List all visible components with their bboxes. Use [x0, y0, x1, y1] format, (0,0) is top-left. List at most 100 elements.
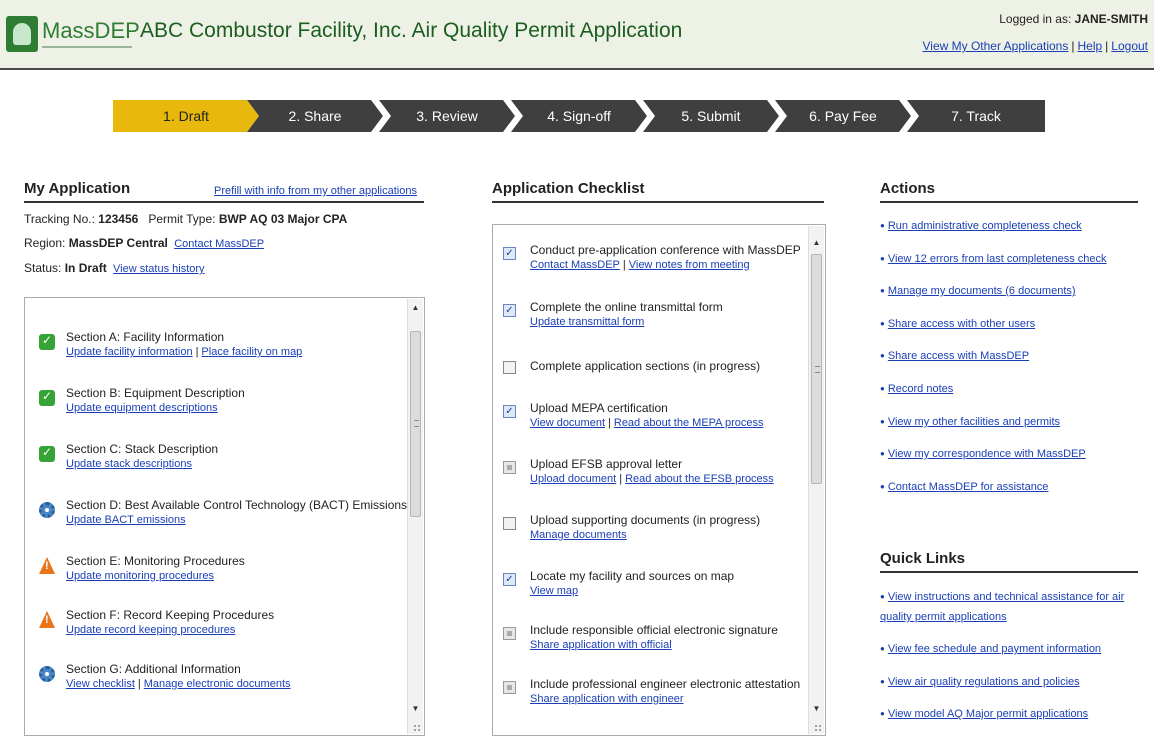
checklist-item-links: View document | Read about the MEPA proces…	[530, 417, 763, 429]
section-links: Update monitoring procedures	[66, 570, 214, 582]
logout-link[interactable]: Logout	[1111, 39, 1148, 53]
action-item: ● Share access with other users	[880, 318, 1035, 330]
actions-title: Actions	[880, 180, 936, 197]
section-link[interactable]: Update equipment descriptions	[66, 402, 218, 414]
bullet-icon: ●	[880, 351, 885, 360]
checklist-panel: ✓ Conduct pre-application conference wit…	[492, 224, 826, 736]
checklist-link[interactable]: Read about the MEPA process	[614, 417, 764, 429]
checklist-scrollbar[interactable]: ▲ ▼	[808, 226, 824, 734]
status-value: In Draft	[64, 261, 107, 275]
step-share[interactable]: 2. Share	[247, 100, 383, 132]
action-link[interactable]: Manage my documents (6 documents)	[888, 285, 1076, 297]
action-link[interactable]: View my other facilities and permits	[888, 416, 1060, 428]
action-link[interactable]: Contact MassDEP for assistance	[888, 481, 1049, 493]
checklist-link[interactable]: View document	[530, 417, 605, 429]
section-item: Section B: Equipment Description Update …	[39, 386, 419, 426]
checklist-link[interactable]: View notes from meeting	[629, 259, 750, 271]
scroll-up-arrow-icon[interactable]: ▲	[809, 236, 824, 250]
check-icon	[39, 333, 55, 350]
quick-links-heading: Quick Links	[880, 550, 1138, 573]
action-item: ● View my correspondence with MassDEP	[880, 448, 1086, 460]
resize-handle-icon[interactable]	[413, 724, 421, 732]
section-link[interactable]: Update record keeping procedures	[66, 624, 235, 636]
action-item: ● Share access with MassDEP	[880, 350, 1029, 362]
bullet-icon: ●	[880, 254, 885, 263]
prefill-link[interactable]: Prefill with info from my other applicat…	[214, 185, 417, 197]
action-link[interactable]: View my correspondence with MassDEP	[888, 448, 1086, 460]
scroll-up-arrow-icon[interactable]: ▲	[408, 301, 423, 315]
resize-handle-icon[interactable]	[814, 724, 822, 732]
scroll-thumb[interactable]	[811, 254, 822, 484]
section-links: Update BACT emissions	[66, 514, 186, 526]
checklist-item-title: Include professional engineer electronic…	[530, 677, 801, 691]
scroll-thumb[interactable]	[410, 331, 421, 517]
step-sign-off[interactable]: 4. Sign-off	[511, 100, 647, 132]
quick-link[interactable]: View model AQ Major permit applications	[888, 708, 1088, 720]
help-link[interactable]: Help	[1077, 39, 1102, 53]
quick-link[interactable]: View fee schedule and payment informatio…	[888, 643, 1101, 655]
step-review[interactable]: 3. Review	[379, 100, 515, 132]
sections-scrollbar[interactable]: ▲ ▼	[407, 299, 423, 734]
checklist-item-title: Locate my facility and sources on map	[530, 569, 735, 583]
checklist-item-links: Update transmittal form	[530, 316, 644, 328]
section-link[interactable]: Update facility information	[66, 346, 193, 358]
quick-link[interactable]: View air quality regulations and policie…	[888, 676, 1080, 688]
scroll-down-arrow-icon[interactable]: ▼	[809, 702, 824, 716]
status-history-link[interactable]: View status history	[113, 263, 205, 275]
checkbox[interactable]	[503, 681, 516, 694]
link-separator: |	[619, 473, 623, 485]
section-link[interactable]: Update stack descriptions	[66, 458, 192, 470]
checklist-item: ✓ Upload MEPA certification View documen…	[503, 401, 793, 441]
link-separator: |	[608, 417, 611, 429]
action-link[interactable]: Share access with other users	[888, 318, 1035, 330]
bullet-icon: ●	[880, 592, 885, 601]
checklist-link[interactable]: Manage documents	[530, 529, 627, 541]
other-applications-link[interactable]: View My Other Applications	[923, 39, 1069, 53]
action-item: ● Run administrative completeness check	[880, 220, 1082, 232]
quick-link-item: ● View air quality regulations and polici…	[880, 676, 1080, 688]
gear-icon	[39, 666, 55, 682]
checklist-link[interactable]: Contact MassDEP	[530, 259, 620, 271]
action-link[interactable]: View 12 errors from last completeness ch…	[888, 253, 1107, 265]
checklist-link[interactable]: Upload document	[530, 473, 616, 485]
step-track[interactable]: 7. Track	[907, 100, 1045, 132]
checklist-link[interactable]: View map	[530, 585, 578, 597]
section-link[interactable]: Update monitoring procedures	[66, 570, 214, 582]
scroll-grip-icon	[815, 366, 820, 373]
checkbox[interactable]	[503, 627, 516, 640]
checklist-item: Include professional engineer electronic…	[503, 677, 800, 717]
scroll-down-arrow-icon[interactable]: ▼	[408, 702, 423, 716]
checkbox[interactable]: ✓	[503, 405, 516, 418]
quick-link-item: ● View model AQ Major permit applications	[880, 708, 1088, 720]
checklist-item-title: Complete application sections (in progre…	[530, 359, 761, 373]
step-submit[interactable]: 5. Submit	[643, 100, 779, 132]
section-link[interactable]: View checklist	[66, 678, 135, 690]
checklist-item: Upload supporting documents (in progress…	[503, 513, 793, 553]
checklist-link[interactable]: Update transmittal form	[530, 316, 644, 328]
checklist-link[interactable]: Share application with engineer	[530, 693, 684, 705]
checkbox[interactable]: ✓	[503, 247, 516, 260]
checklist-link[interactable]: Read about the EFSB process	[625, 473, 774, 485]
contact-massdep-link[interactable]: Contact MassDEP	[174, 238, 264, 250]
checkbox[interactable]: ✓	[503, 304, 516, 317]
step-draft[interactable]: 1. Draft	[113, 100, 259, 132]
action-link[interactable]: Record notes	[888, 383, 953, 395]
section-links: Update facility information | Place facili…	[66, 346, 302, 358]
section-link[interactable]: Manage electronic documents	[144, 678, 291, 690]
section-link[interactable]: Place facility on map	[201, 346, 302, 358]
massdep-logo[interactable]: MassDEP	[6, 10, 140, 60]
checkbox[interactable]	[503, 517, 516, 530]
link-separator: |	[1105, 39, 1109, 53]
bullet-icon: ●	[880, 449, 885, 458]
checkbox[interactable]: ✓	[503, 573, 516, 586]
checklist-link[interactable]: Share application with official	[530, 639, 672, 651]
checkbox[interactable]	[503, 361, 516, 374]
check-icon	[39, 445, 55, 462]
quick-link[interactable]: View instructions and technical assistan…	[880, 591, 1124, 623]
section-link[interactable]: Update BACT emissions	[66, 514, 186, 526]
section-links: Update stack descriptions	[66, 458, 192, 470]
checkbox[interactable]	[503, 461, 516, 474]
action-link[interactable]: Run administrative completeness check	[888, 220, 1082, 232]
step-pay-fee[interactable]: 6. Pay Fee	[775, 100, 911, 132]
action-link[interactable]: Share access with MassDEP	[888, 350, 1029, 362]
